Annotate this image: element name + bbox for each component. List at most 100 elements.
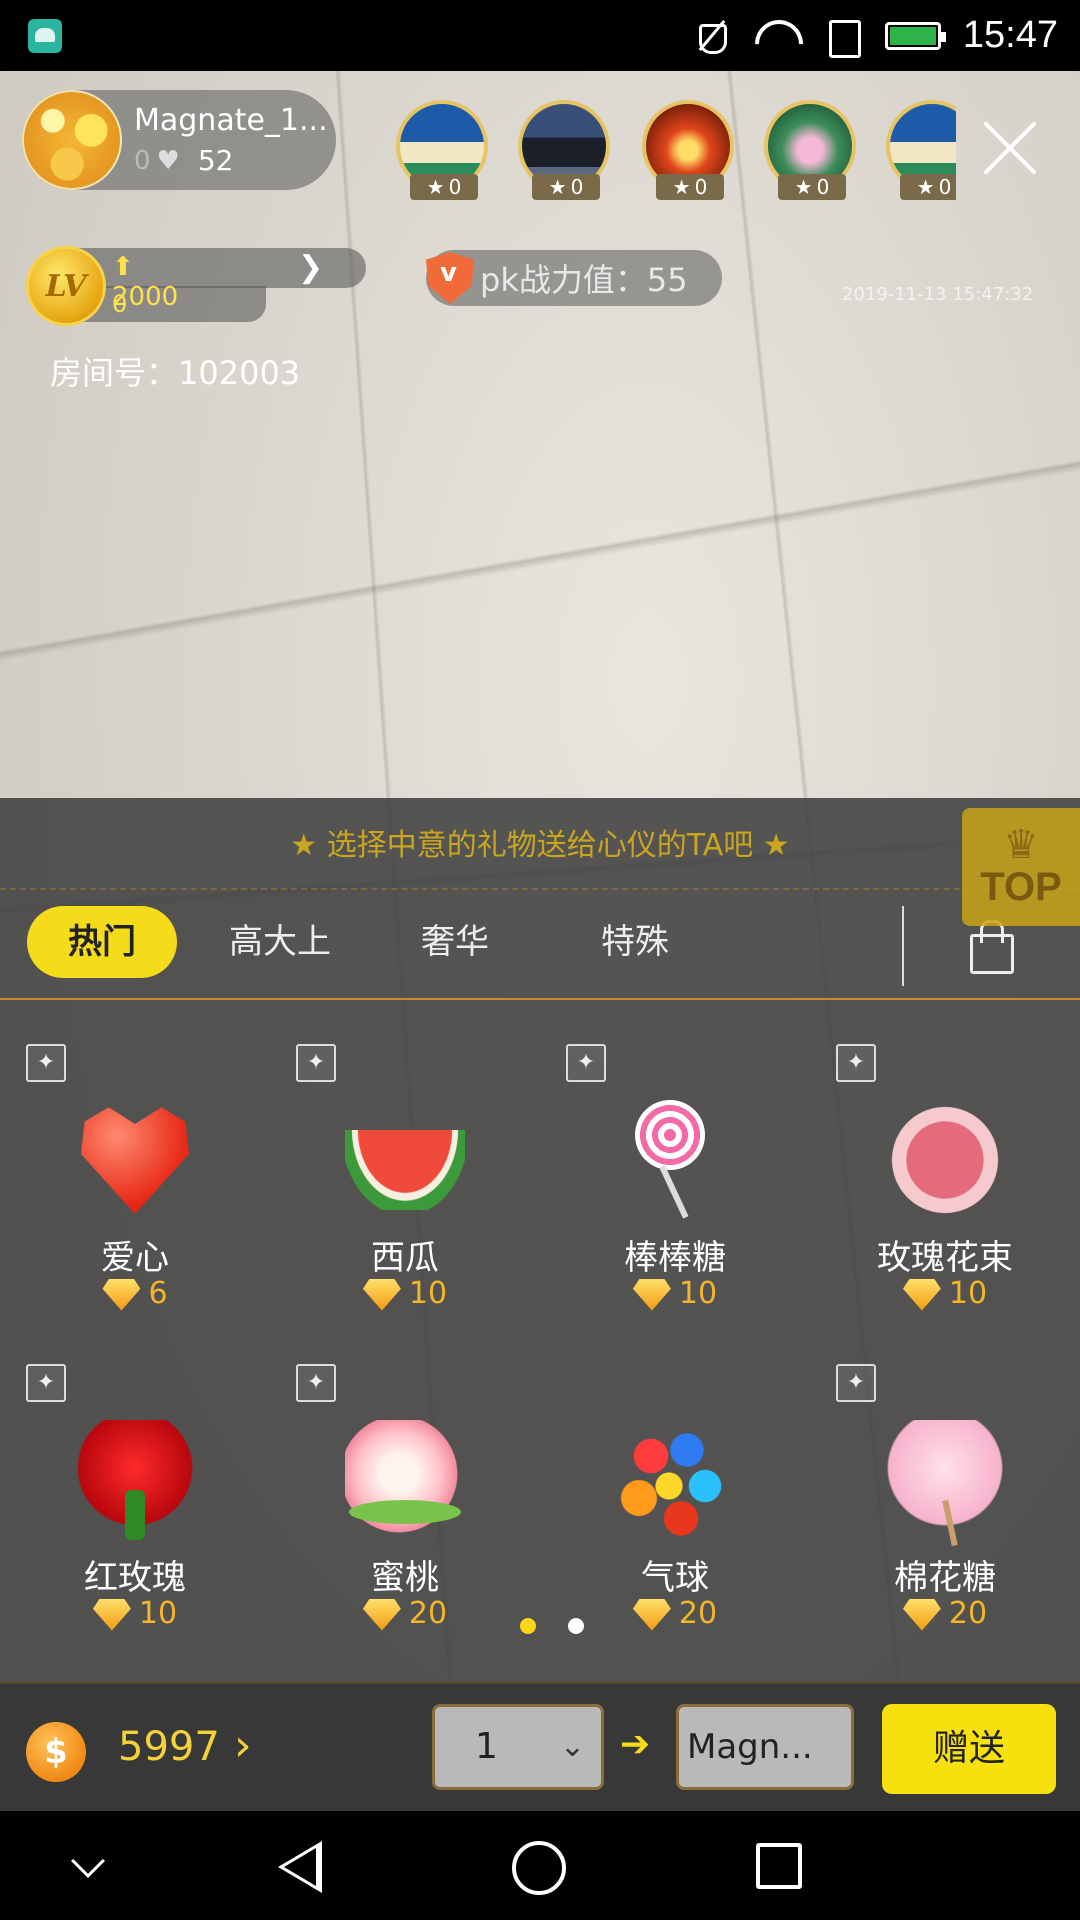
gift-item[interactable]: ✦ 红玫瑰 10 — [0, 1340, 270, 1660]
host-count: 0 — [134, 145, 151, 176]
mute-icon — [691, 18, 731, 54]
cotton-candy-gift-icon — [885, 1420, 1005, 1540]
star-icon: ★ — [916, 175, 935, 199]
page-dot-active — [520, 1618, 536, 1634]
gift-name: 气球 — [641, 1558, 709, 1598]
star-icon: ★ — [548, 175, 567, 199]
gift-item[interactable]: ✦ 玫瑰花束 10 — [810, 1020, 1080, 1340]
page-indicator — [520, 1618, 584, 1634]
top-button[interactable]: ♛ TOP — [962, 808, 1080, 926]
gift-item[interactable]: ✦ 爱心 6 — [0, 1020, 270, 1340]
viewer-avatar[interactable]: ★ 0 — [518, 100, 614, 200]
tab-special[interactable]: 特殊 — [580, 906, 690, 978]
crown-icon: ♛ — [1003, 821, 1039, 868]
gift-item[interactable]: 气球 20 — [540, 1340, 810, 1660]
gift-name: 爱心 — [101, 1238, 169, 1278]
gift-price: 6 — [0, 1276, 270, 1311]
gift-name: 棉花糖 — [894, 1558, 996, 1598]
gift-item[interactable]: ✦ 棒棒糖 10 — [540, 1020, 810, 1340]
viewer-avatar[interactable]: ★ 0 — [886, 100, 956, 200]
gift-name: 棒棒糖 — [624, 1238, 726, 1278]
gift-price: 10 — [540, 1276, 810, 1311]
recent-apps-icon[interactable] — [756, 1843, 802, 1889]
host-name: Magnate_1... — [134, 103, 328, 138]
level-coin-icon: LV — [26, 246, 106, 326]
diamond-icon — [902, 1278, 941, 1311]
host-avatar[interactable] — [22, 90, 122, 190]
viewer-avatar[interactable]: ★ 0 — [396, 100, 492, 200]
chevron-right-icon[interactable]: ❯ — [298, 250, 323, 285]
gift-item[interactable]: ✦ 棉花糖 20 — [810, 1340, 1080, 1660]
chevron-down-icon: ⌄ — [559, 1729, 585, 1764]
host-card[interactable]: Magnate_1... 0 ♥ 52 — [22, 90, 336, 190]
page-dot — [568, 1618, 584, 1634]
hide-nav-icon[interactable] — [71, 1844, 105, 1878]
star-icon: ★ — [794, 175, 813, 199]
tab-luxury[interactable]: 奢华 — [400, 906, 510, 978]
back-icon[interactable] — [278, 1841, 322, 1893]
gift-price: 20 — [810, 1596, 1080, 1631]
send-bar: $ 5997 › 1 ⌄ ➔ Magn... 赠送 — [0, 1682, 1080, 1811]
home-icon[interactable] — [512, 1841, 566, 1895]
effect-tag-icon: ✦ — [836, 1364, 876, 1402]
up-arrow-icon: ⬆ — [112, 252, 134, 282]
room-number: 房间号：102003 — [50, 354, 301, 392]
heart-icon: ♥ — [156, 145, 180, 176]
wifi-icon — [753, 18, 801, 54]
gift-name: 蜜桃 — [371, 1558, 439, 1598]
gift-price: 10 — [0, 1596, 270, 1631]
viewer-avatar[interactable]: ★ 0 — [764, 100, 860, 200]
pk-power-text: pk战力值：55 — [480, 261, 688, 299]
navigation-bar — [0, 1811, 1080, 1920]
coin-balance[interactable]: 5997 — [118, 1724, 220, 1770]
chevron-right-icon[interactable]: › — [234, 1720, 252, 1771]
gift-panel: ★ 选择中意的礼物送给心仪的TA吧 ★ 热门 高大上 奢华 特殊 ✦ 爱心 6 … — [0, 798, 1080, 1811]
rose-gift-icon — [75, 1420, 195, 1540]
recipient-select[interactable]: Magn... — [676, 1704, 854, 1790]
gift-name: 玫瑰花束 — [877, 1238, 1013, 1278]
effect-tag-icon: ✦ — [836, 1044, 876, 1082]
android-notification-icon — [28, 18, 62, 53]
shield-icon — [426, 252, 474, 304]
effect-tag-icon: ✦ — [296, 1044, 336, 1082]
gift-price: 10 — [270, 1276, 540, 1311]
gift-name: 西瓜 — [371, 1238, 439, 1278]
diamond-icon — [362, 1278, 401, 1311]
sim-icon — [823, 18, 863, 58]
gift-grid: ✦ 爱心 6 ✦ 西瓜 10 ✦ 棒棒糖 10 ✦ 玫瑰花束 10 ✦ 红玫瑰 — [0, 1020, 1080, 1660]
diamond-icon — [632, 1598, 671, 1631]
arrow-right-icon: ➔ — [620, 1724, 651, 1765]
diamond-icon — [92, 1598, 131, 1631]
bag-icon[interactable] — [966, 920, 1014, 974]
gift-item[interactable]: ✦ 蜜桃 20 — [270, 1340, 540, 1660]
gift-tabs: 热门 高大上 奢华 特殊 — [0, 906, 1080, 1000]
diamond-icon — [102, 1278, 141, 1311]
effect-tag-icon: ✦ — [566, 1044, 606, 1082]
top-label: TOP — [980, 864, 1062, 909]
gift-hint: ★ 选择中意的礼物送给心仪的TA吧 ★ — [290, 828, 790, 863]
peach-gift-icon — [345, 1420, 465, 1540]
gift-price: 10 — [810, 1276, 1080, 1311]
viewer-avatar[interactable]: ★ 0 — [642, 100, 738, 200]
send-button[interactable]: 赠送 — [882, 1704, 1056, 1794]
gift-item[interactable]: ✦ 西瓜 10 — [270, 1020, 540, 1340]
balloon-gift-icon — [615, 1420, 735, 1540]
level-current: 0 — [112, 290, 128, 318]
rose-box-gift-icon — [885, 1100, 1005, 1220]
effect-tag-icon: ✦ — [26, 1364, 66, 1402]
pk-power-badge: pk战力值：55 — [426, 250, 722, 306]
timestamp: 2019-11-13 15:47:32 — [842, 284, 1034, 305]
quantity-select[interactable]: 1 ⌄ — [432, 1704, 604, 1790]
tab-premium[interactable]: 高大上 — [220, 906, 340, 978]
diamond-icon — [632, 1278, 671, 1311]
effect-tag-icon: ✦ — [26, 1044, 66, 1082]
divider — [0, 888, 1080, 890]
tab-hot[interactable]: 热门 — [27, 906, 177, 978]
status-bar: 15:47 — [0, 0, 1080, 71]
battery-icon — [884, 21, 946, 50]
lollipop-gift-icon — [615, 1100, 735, 1220]
coin-icon: $ — [26, 1722, 86, 1782]
clock: 15:47 — [962, 14, 1058, 56]
host-likes: 52 — [197, 144, 234, 177]
close-button[interactable] — [980, 118, 1040, 178]
